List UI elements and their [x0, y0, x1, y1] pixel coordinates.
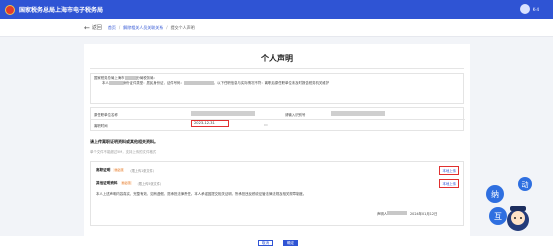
declaration-notice: 国家税务总局上海市 分局税务局： 本人 身份证件类型：居民身份证，证件号码： ，以下任…: [90, 73, 464, 104]
mascot-char: 互: [494, 212, 502, 221]
attachments-title: 请上传离职证明资料或其他相关资料。: [90, 139, 158, 144]
notice-body-c: 居民身份证，证件号码：: [146, 81, 184, 85]
breadcrumb-current: 提交个人声明: [170, 24, 195, 30]
employer-label: 原任职单位名称: [94, 113, 118, 117]
back-button[interactable]: 返回: [92, 24, 102, 31]
notice-body-b: 身份证件类型：: [122, 81, 147, 85]
redacted-name: [108, 81, 123, 85]
redacted-mask: [124, 76, 137, 80]
attachments-hint: 单个文件不能超过5M，支持上传的文件格式: [90, 150, 157, 154]
optional-badge: 非必须: [113, 168, 125, 172]
signer-name-redacted: [387, 211, 407, 215]
calendar-icon[interactable]: ▭: [264, 122, 268, 127]
breadcrumb-separator: /: [166, 25, 168, 30]
page-title: 个人声明: [261, 54, 293, 63]
site-title: 国家税务总局上海市电子税务局: [19, 7, 104, 14]
attachment-row: 离职证明 非必须 （限上传1张文件） 本地上传: [91, 164, 463, 176]
confirm-button[interactable]: 确定: [283, 240, 298, 246]
attachment-label: 离职证明: [96, 167, 111, 172]
user-name[interactable]: K-4: [533, 7, 539, 12]
tax-id-label: 请输入识别号: [285, 113, 306, 117]
declaration-card: 个人声明 国家税务总局上海市 分局税务局： 本人 身份证件类型：居民身份证，证件号码…: [84, 44, 470, 239]
assistant-mascot-icon[interactable]: 纳 互 动: [485, 176, 535, 236]
top-header-bar: 国家税务总局上海市电子税务局 K-4: [0, 0, 553, 19]
tax-id-value: [331, 111, 385, 116]
notice-salutation-b: 分局税务局：: [136, 76, 157, 80]
breadcrumb-home[interactable]: 首页: [108, 25, 116, 31]
upload-button[interactable]: 本地上传: [439, 165, 459, 175]
breadcrumb-unlink[interactable]: 解除相关人员关联关系: [123, 25, 163, 31]
leave-date-input[interactable]: 2023-12-31: [191, 120, 229, 127]
employer-value: [191, 111, 255, 116]
footer-bar: [0, 236, 553, 252]
mascot-char: 动: [522, 180, 529, 189]
divider: [90, 68, 464, 69]
attachment-row: 其他证明资料 非必须 （限上传5张文件） 本地上传: [91, 177, 463, 189]
user-menu[interactable]: K-4: [519, 4, 539, 14]
mascot-char: 纳: [491, 189, 499, 199]
navigation-row: ← 返回 首页 / 解除相关人员关联关系 / 提交个人声明: [0, 19, 553, 37]
sign-date: 2024年01月12日: [410, 212, 438, 216]
notice-body-a: 本人: [102, 81, 109, 85]
attachment-hint: （限上传1张文件）: [128, 168, 156, 173]
divider: [91, 119, 465, 120]
employment-form: 原任职单位名称 请输入识别号 离职时间 2023-12-31 ▭: [90, 107, 465, 131]
upload-button[interactable]: 本地上传: [439, 178, 459, 188]
declaration-text: 本人上述声明内容真实、完整有效，如有虚假，愿承担法律责任。本人承诺因提交相关证明…: [96, 192, 307, 196]
redacted-id: [183, 81, 214, 85]
optional-badge: 非必须: [120, 181, 132, 185]
attachment-label: 其他证明资料: [96, 180, 118, 185]
attachment-hint: （限上传5张文件）: [135, 181, 164, 186]
notice-body-d: ，以下任职信息与实际情况不符：离职后原任职单位未及时报告税务机关维护: [213, 81, 330, 85]
tax-emblem-icon: [5, 4, 15, 15]
notice-salutation: 国家税务总局上海市: [94, 76, 125, 80]
avatar[interactable]: [519, 4, 530, 14]
breadcrumb-separator: /: [118, 25, 121, 30]
attachments-panel: 离职证明 非必须 （限上传1张文件） 本地上传 其他证明资料 非必须 （限上传5…: [90, 161, 464, 226]
leave-date-label: 离职时间: [94, 124, 108, 128]
back-arrow-icon[interactable]: ←: [84, 24, 90, 32]
cancel-button[interactable]: 取消: [258, 240, 273, 246]
